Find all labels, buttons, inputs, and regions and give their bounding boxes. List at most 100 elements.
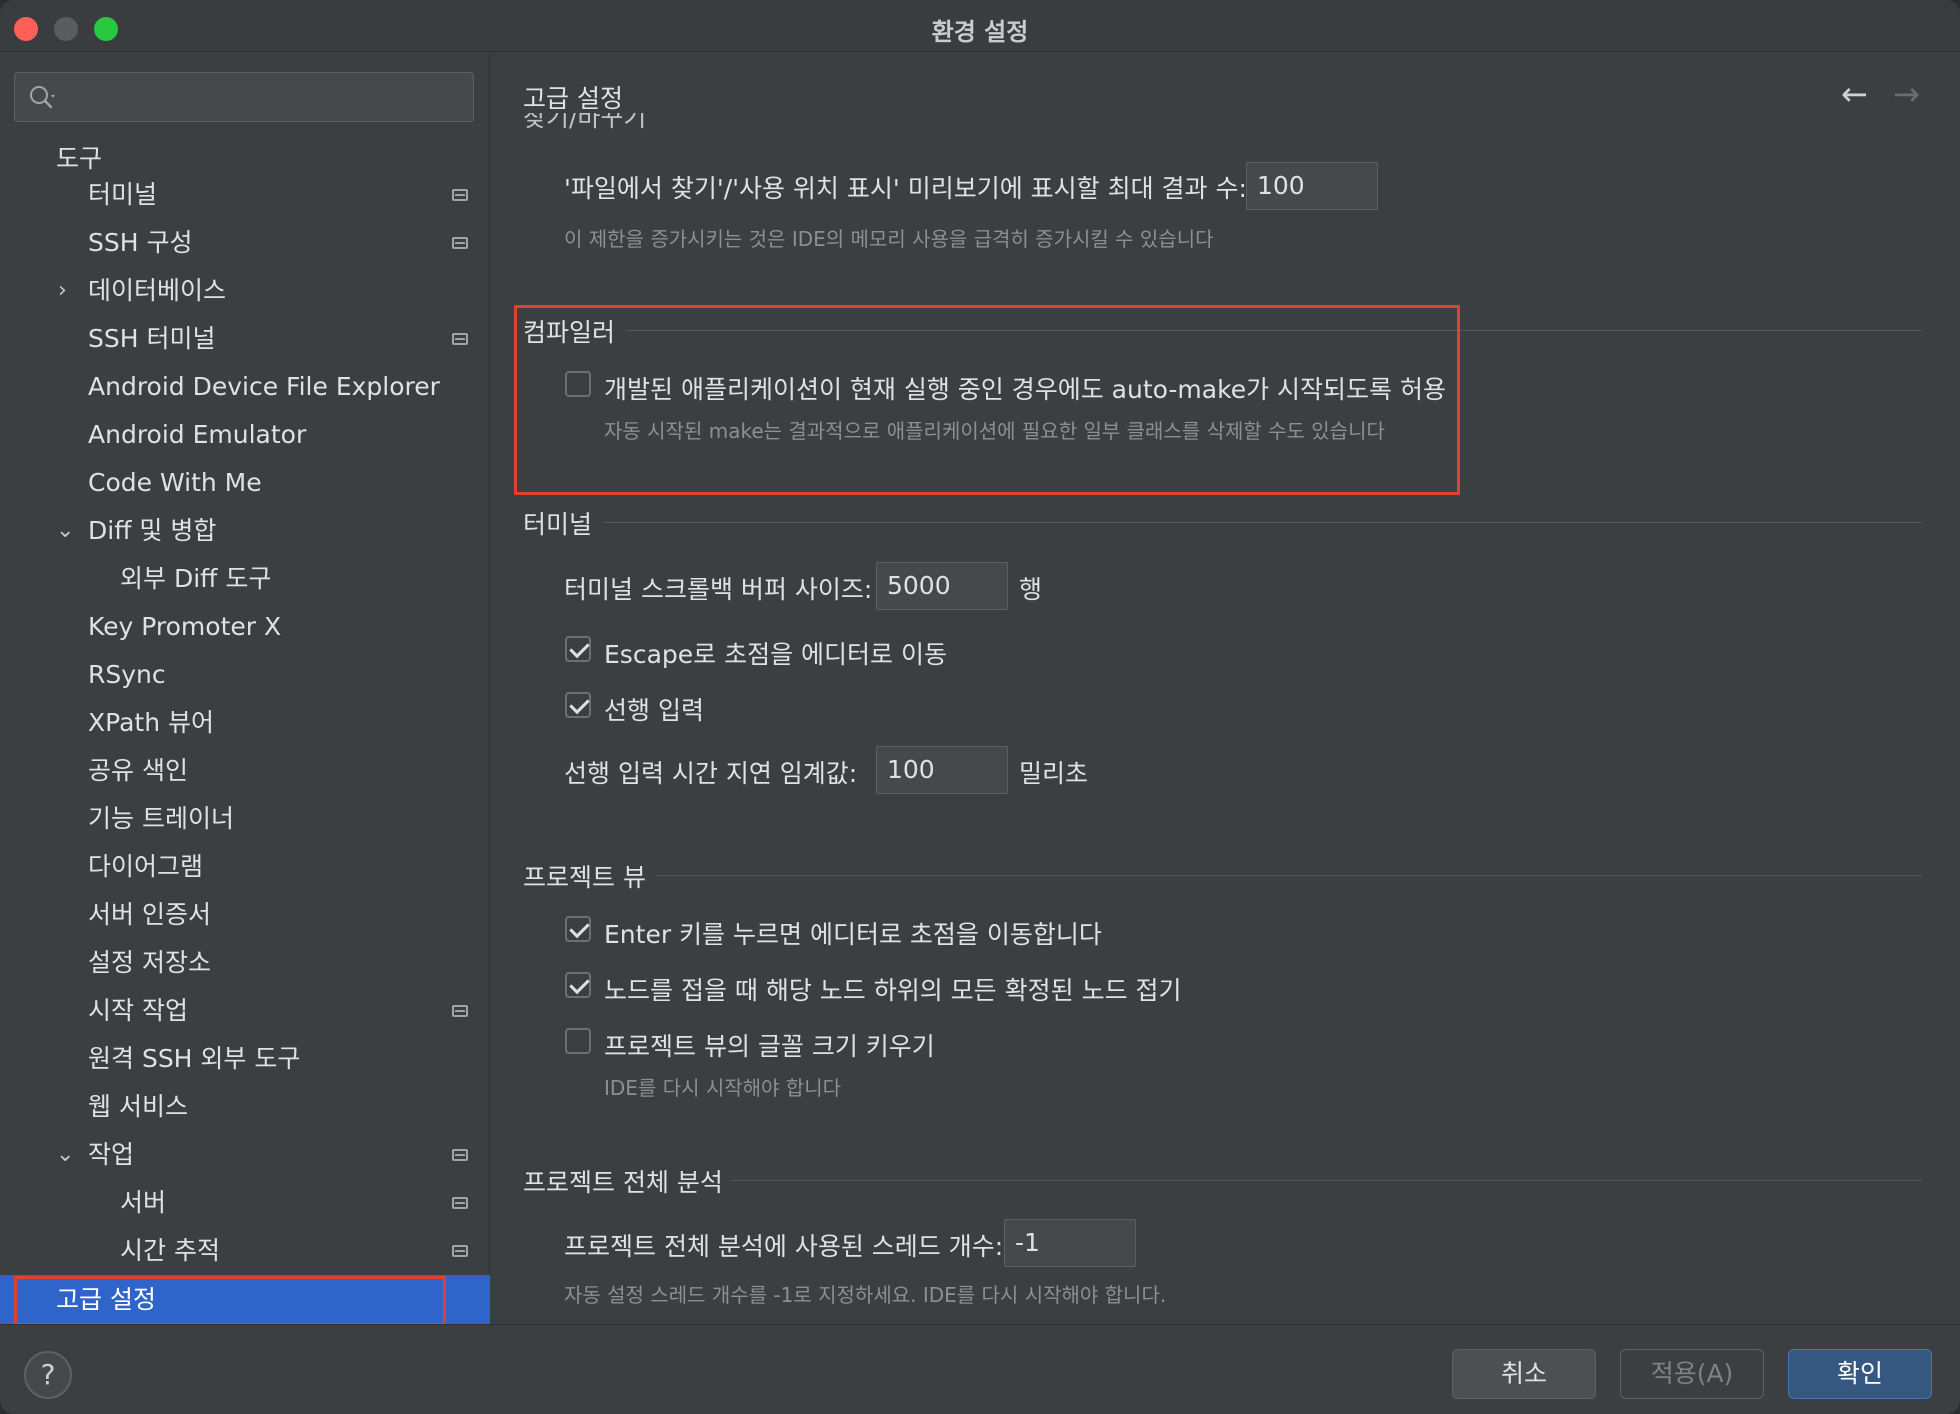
section-project-view: 프로젝트 뷰 (523, 863, 646, 892)
sidebar-item-label: RSync (88, 660, 166, 689)
sidebar-item-label: 시간 추적 (120, 1236, 220, 1265)
sidebar-item-servers[interactable]: 서버 (0, 1181, 490, 1225)
sidebar-item-label: Code With Me (88, 468, 262, 497)
typeahead-delay-label: 선행 입력 시간 지연 임계값: (564, 759, 858, 788)
sidebar-item-diff-merge[interactable]: ⌄ Diff 및 병합 (0, 509, 490, 553)
sidebar-item-label: 서버 인증서 (88, 900, 211, 929)
escape-focus-label: Escape로 초점을 에디터로 이동 (604, 640, 947, 669)
sidebar-item-label: 시작 작업 (88, 996, 188, 1025)
sidebar-item-label: 다이어그램 (88, 852, 204, 881)
highlight-box-compiler (514, 305, 1460, 495)
sidebar-item-rsync[interactable]: RSync (0, 653, 490, 697)
sidebar-item-shared-indexes[interactable]: 공유 색인 (0, 749, 490, 793)
sidebar-item-label: 웹 서비스 (88, 1092, 188, 1121)
sidebar-item-label: Key Promoter X (88, 612, 282, 641)
project-settings-icon (452, 1149, 468, 1161)
larger-font-hint: IDE를 다시 시작해야 합니다 (604, 1076, 842, 1100)
terminal-buffer-input[interactable]: 5000 (876, 562, 1008, 610)
settings-content: 고급 설정 ← → 찾기/바꾸기 '파일에서 찾기'/'사용 위치 표시' 미리… (491, 53, 1960, 1324)
project-settings-icon (452, 237, 468, 249)
sidebar-item-label: XPath 뷰어 (88, 708, 214, 737)
sidebar-item-label: 데이터베이스 (88, 276, 227, 305)
typeahead-delay-input[interactable]: 100 (876, 746, 1008, 794)
chevron-right-icon[interactable]: › (58, 269, 80, 313)
back-arrow-icon[interactable]: ← (1841, 75, 1868, 113)
page-title: 고급 설정 (523, 84, 623, 113)
sidebar-item-label: 기능 트레이너 (88, 804, 234, 833)
section-project-analysis: 프로젝트 전체 분석 (523, 1168, 723, 1197)
project-settings-icon (452, 189, 468, 201)
section-divider (656, 875, 1922, 876)
terminal-buffer-label: 터미널 스크롤백 버퍼 사이즈: (564, 575, 873, 604)
ok-button[interactable]: 확인 (1788, 1349, 1932, 1399)
typeahead-delay-unit: 밀리초 (1019, 759, 1089, 788)
analysis-threads-hint: 자동 설정 스레드 개수를 -1로 지정하세요. IDE를 다시 시작해야 합니… (564, 1283, 1167, 1307)
sidebar-item-label: Android Device File Explorer (88, 372, 440, 401)
collapse-nodes-label: 노드를 접을 때 해당 노드 하위의 모든 확정된 노드 접기 (604, 976, 1182, 1005)
sidebar-item-key-promoter-x[interactable]: Key Promoter X (0, 605, 490, 649)
sidebar-item-label: Android Emulator (88, 420, 307, 449)
sidebar-item-terminal[interactable]: 터미널 (0, 173, 490, 217)
window-title: 환경 설정 (931, 18, 1029, 46)
analysis-threads-label: 프로젝트 전체 분석에 사용된 스레드 개수: (564, 1232, 1004, 1261)
sidebar-item-server-certificates[interactable]: 서버 인증서 (0, 893, 490, 937)
sidebar-item-xpath-viewer[interactable]: XPath 뷰어 (0, 701, 490, 745)
sidebar-item-tasks[interactable]: ⌄ 작업 (0, 1133, 490, 1177)
sidebar-item-label: SSH 터미널 (88, 324, 216, 353)
sidebar-item-label: 공유 색인 (88, 756, 188, 785)
project-settings-icon (452, 1245, 468, 1257)
sidebar-item-ssh-config[interactable]: SSH 구성 (0, 221, 490, 265)
find-max-results-label: '파일에서 찾기'/'사용 위치 표시' 미리보기에 표시할 최대 결과 수: (564, 174, 1247, 203)
sidebar-item-web-services[interactable]: 웹 서비스 (0, 1085, 490, 1129)
typeahead-checkbox[interactable] (565, 692, 591, 718)
sidebar-item-label: SSH 구성 (88, 228, 193, 257)
sidebar-item-label: 외부 Diff 도구 (120, 564, 272, 593)
terminal-buffer-unit: 행 (1019, 575, 1043, 604)
sidebar-item-label: Diff 및 병합 (88, 516, 217, 545)
sidebar-item-label: 작업 (88, 1140, 135, 1169)
sidebar-item-android-device-file-explorer[interactable]: Android Device File Explorer (0, 365, 490, 409)
project-settings-icon (452, 1005, 468, 1017)
chevron-down-icon[interactable]: ⌄ (56, 1133, 78, 1177)
sidebar-item-android-emulator[interactable]: Android Emulator (0, 413, 490, 457)
sidebar-item-diagrams[interactable]: 다이어그램 (0, 845, 490, 889)
highlight-box-sidebar (14, 1276, 446, 1326)
forward-arrow-icon[interactable]: → (1893, 75, 1920, 113)
sidebar-item-remote-ssh-external-tools[interactable]: 원격 SSH 외부 도구 (0, 1037, 490, 1081)
search-icon (30, 86, 55, 109)
sidebar-item-feature-trainer[interactable]: 기능 트레이너 (0, 797, 490, 841)
sidebar-item-database[interactable]: › 데이터베이스 (0, 269, 490, 313)
project-settings-icon (452, 1197, 468, 1209)
search-input[interactable] (14, 72, 474, 122)
sidebar-item-startup-tasks[interactable]: 시작 작업 (0, 989, 490, 1033)
find-max-results-hint: 이 제한을 증가시키는 것은 IDE의 메모리 사용을 급격히 증가시킬 수 있… (564, 227, 1214, 251)
title-bar: 환경 설정 (0, 0, 1960, 52)
settings-window: 환경 설정 도구 터미널 SSH 구성 › 데이터베이스 SSH 터미널 And… (0, 0, 1960, 1414)
sidebar-item-external-diff-tools[interactable]: 외부 Diff 도구 (0, 557, 490, 601)
section-divider (731, 1180, 1922, 1181)
help-button[interactable]: ? (24, 1351, 72, 1399)
larger-font-checkbox[interactable] (565, 1028, 591, 1054)
enter-focus-checkbox[interactable] (565, 916, 591, 942)
chevron-down-icon[interactable]: ⌄ (56, 509, 78, 553)
settings-sidebar: 도구 터미널 SSH 구성 › 데이터베이스 SSH 터미널 Android D… (0, 53, 490, 1325)
section-divider (603, 522, 1922, 523)
escape-focus-checkbox[interactable] (565, 636, 591, 662)
apply-button[interactable]: 적용(A) (1620, 1349, 1764, 1399)
sidebar-item-code-with-me[interactable]: Code With Me (0, 461, 490, 505)
find-max-results-input[interactable]: 100 (1246, 162, 1378, 210)
enter-focus-label: Enter 키를 누르면 에디터로 초점을 이동합니다 (604, 920, 1102, 949)
sidebar-item-label: 원격 SSH 외부 도구 (88, 1044, 301, 1073)
sidebar-item-settings-repository[interactable]: 설정 저장소 (0, 941, 490, 985)
sidebar-item-time-tracking[interactable]: 시간 추적 (0, 1229, 490, 1273)
typeahead-label: 선행 입력 (604, 696, 704, 725)
sidebar-item-label: 설정 저장소 (88, 948, 211, 977)
cancel-button[interactable]: 취소 (1452, 1349, 1596, 1399)
analysis-threads-input[interactable]: -1 (1004, 1219, 1136, 1267)
sidebar-item-ssh-terminal[interactable]: SSH 터미널 (0, 317, 490, 361)
section-terminal: 터미널 (523, 510, 593, 539)
collapse-nodes-checkbox[interactable] (565, 972, 591, 998)
project-settings-icon (452, 333, 468, 345)
sidebar-item-label: 서버 (120, 1188, 167, 1217)
cut-section-heading: 찾기/바꾸기 (523, 113, 647, 132)
